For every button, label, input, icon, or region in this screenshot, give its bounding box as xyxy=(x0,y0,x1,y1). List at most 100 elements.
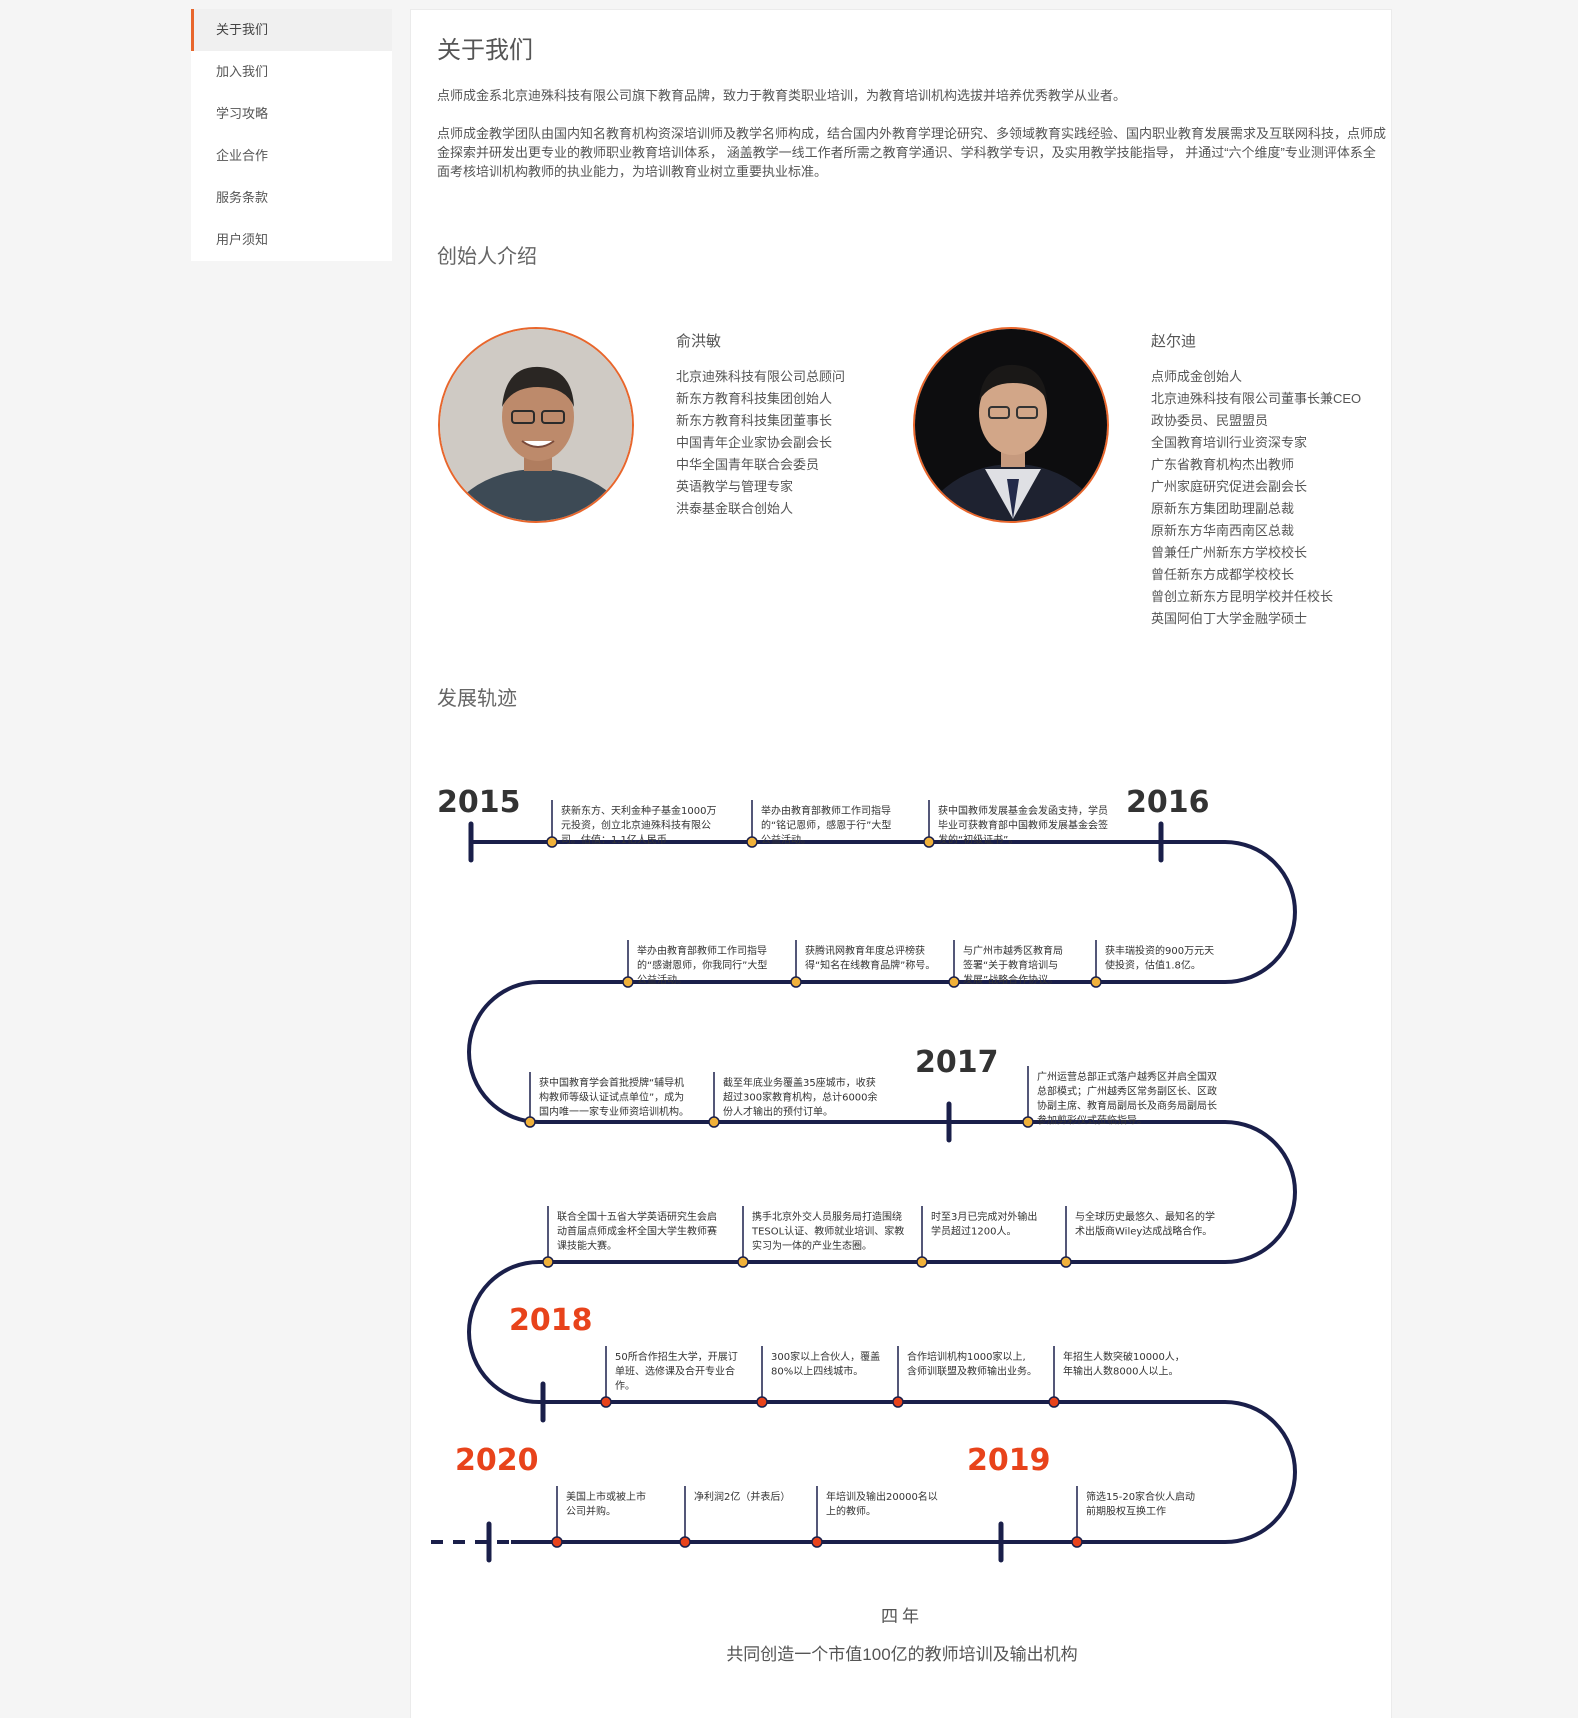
event-text: 80%以上四线城市。 xyxy=(771,1365,863,1378)
timeline-events: 获新东方、天利金种子基金1000万元投资，创立北京迪殊科技有限公司。估值：1.1… xyxy=(524,800,1217,1548)
sidebar-item-cooperation[interactable]: 企业合作 xyxy=(191,135,392,177)
founder-role: 政协委员、民盟盟员 xyxy=(1151,413,1269,428)
event-dot xyxy=(916,1256,928,1268)
event-text: 获中国教师发展基金会发函支持，学员 xyxy=(938,804,1108,817)
event-text: 构教师等级认证试点单位”，成为 xyxy=(539,1091,684,1104)
year-label: 2018 xyxy=(509,1303,593,1338)
founder-role: 英语教学与管理专家 xyxy=(676,479,794,494)
year-label: 2020 xyxy=(455,1443,539,1478)
event-text: 作。 xyxy=(615,1380,635,1392)
timeline-event: 携手北京外交人员服务局打造围绕 TESOL认证、教师就业培训、家教实习为一体的产业… xyxy=(737,1206,904,1268)
event-text: 元投资，创立北京迪殊科技有限公 xyxy=(561,819,711,832)
founder-name: 赵尔迪 xyxy=(1151,333,1197,350)
about-intro: 点师成金系北京迪殊科技有限公司旗下教育品牌，致力于教育类职业培训，为教育培训机构… xyxy=(437,88,1127,103)
event-text: 举办由教育部教师工作司指导 xyxy=(637,944,767,957)
event-dot xyxy=(600,1396,612,1408)
main-content: 关于我们 点师成金系北京迪殊科技有限公司旗下教育品牌，致力于教育类职业培训，为教… xyxy=(410,9,1392,1718)
sidebar-item-user-notice[interactable]: 用户须知 xyxy=(191,219,392,261)
founder-role: 原新东方集团助理副总裁 xyxy=(1151,501,1295,516)
event-text: TESOL认证、教师就业培训、家教 xyxy=(751,1225,904,1238)
timeline-event: 获新东方、天利金种子基金1000万元投资，创立北京迪殊科技有限公司。估值：1.1… xyxy=(546,800,716,848)
timeline-event: 300家以上合伙人，覆盖 80%以上四线城市。 xyxy=(756,1346,880,1408)
event-dot xyxy=(790,976,802,988)
event-text: 发的“初级证书”。 xyxy=(938,833,1018,846)
timeline-heading: 发展轨迹 xyxy=(437,688,517,710)
event-text: 筛选15-20家合伙人启动 xyxy=(1086,1490,1195,1503)
timeline-event: 50所合作招生大学，开展订单班、选修课及合开专业合作。 xyxy=(600,1346,738,1408)
event-text: 动首届点师成金杯全国大学生教师赛 xyxy=(557,1225,717,1238)
event-dot xyxy=(1048,1396,1060,1408)
founder-role: 洪泰基金联合创始人 xyxy=(676,501,794,516)
event-text: 美国上市或被上市 xyxy=(566,1490,646,1503)
event-text: 实习为一体的产业生态圈。 xyxy=(752,1239,872,1252)
event-text: 净利润2亿（并表后） xyxy=(694,1490,790,1503)
founder-role: 新东方教育科技集团董事长 xyxy=(676,413,833,428)
timeline-event: 举办由教育部教师工作司指导的“铭记恩师，感恩于行”大型公益活动。 xyxy=(746,800,891,848)
event-text: 得“知名在线教育品牌”称号。 xyxy=(805,959,935,972)
event-dot xyxy=(811,1536,823,1548)
event-dot xyxy=(892,1396,904,1408)
founder-role: 曾任新东方成都学校校长 xyxy=(1151,567,1295,582)
event-text: 前期股权互换工作 xyxy=(1086,1505,1166,1518)
event-text: 300家以上合伙人，覆盖 xyxy=(771,1350,880,1363)
event-dot xyxy=(1022,1116,1034,1128)
event-text: 的“感谢恩师，你我同行”大型 xyxy=(637,959,767,972)
event-text: 广州运营总部正式落户越秀区并启全国双 xyxy=(1037,1070,1217,1083)
summary-four-years: 四年 xyxy=(881,1607,923,1626)
event-text: 携手北京外交人员服务局打造围绕 xyxy=(752,1210,902,1223)
timeline-event: 获中国教育学会首批授牌“辅导机构教师等级认证试点单位”，成为国内唯一一家专业师资… xyxy=(524,1072,689,1128)
event-dot xyxy=(542,1256,554,1268)
founder-role: 全国教育培训行业资深专家 xyxy=(1151,435,1308,450)
timeline-event: 截至年底业务覆盖35座城市，收获超过300家教育机构，总计6000余份人才输出的… xyxy=(708,1072,878,1128)
event-text: 获新东方、天利金种子基金1000万 xyxy=(561,804,716,817)
sidebar-item-study-guide[interactable]: 学习攻略 xyxy=(191,93,392,135)
event-text: 50所合作招生大学，开展订 xyxy=(615,1350,738,1363)
event-text: 份人才输出的预付订单。 xyxy=(723,1105,833,1118)
timeline-event: 联合全国十五省大学英语研究生会启动首届点师成金杯全国大学生教师赛课技能大赛。 xyxy=(542,1206,717,1268)
founder-role: 曾兼任广州新东方学校校长 xyxy=(1151,545,1308,560)
founder-roles: 点师成金创始人 北京迪殊科技有限公司董事长兼CEO 政协委员、民盟盟员 全国教育… xyxy=(1151,366,1361,630)
event-text: 公司并购。 xyxy=(566,1505,616,1518)
founder-role: 原新东方华南西南区总裁 xyxy=(1151,523,1295,538)
event-dot xyxy=(746,836,758,848)
timeline-year-ticks xyxy=(468,821,1164,1563)
event-text: 年输出人数8000人以上。 xyxy=(1063,1365,1178,1378)
sidebar-item-about[interactable]: 关于我们 xyxy=(191,9,392,51)
event-text: 上的教师。 xyxy=(826,1505,876,1518)
year-label: 2015 xyxy=(437,785,521,820)
year-label: 2016 xyxy=(1126,785,1210,820)
year-label: 2017 xyxy=(915,1045,999,1080)
event-text: 总部模式；广州越秀区常务副区长、区政 xyxy=(1037,1085,1217,1098)
timeline-event: 获腾讯网教育年度总评榜获得“知名在线教育品牌”称号。 xyxy=(790,940,935,988)
founder-photo xyxy=(438,327,634,523)
event-text: 签署“关于教育培训与 xyxy=(963,959,1058,972)
event-text: 联合全国十五省大学英语研究生会启 xyxy=(557,1210,717,1223)
event-text: 单班、选修课及合开专业合 xyxy=(615,1365,735,1378)
sidebar-item-terms[interactable]: 服务条款 xyxy=(191,177,392,219)
timeline-event: 广州运营总部正式落户越秀区并启全国双总部模式；广州越秀区常务副区长、区政协副主席… xyxy=(1022,1066,1217,1128)
sidebar-item-join[interactable]: 加入我们 xyxy=(191,51,392,93)
event-text: 毕业可获教育部中国教师发展基金会签 xyxy=(938,819,1108,832)
event-dot xyxy=(551,1536,563,1548)
timeline-event: 获中国教师发展基金会发函支持，学员毕业可获教育部中国教师发展基金会签发的“初级证… xyxy=(923,800,1108,848)
event-text: 司。估值：1.1亿人民币 xyxy=(561,833,667,846)
founder-photo xyxy=(913,327,1109,523)
timeline-event: 举办由教育部教师工作司指导的“感谢恩师，你我同行”大型公益活动。 xyxy=(622,940,767,988)
event-text: 与广州市越秀区教育局 xyxy=(963,944,1063,957)
event-dot xyxy=(546,836,558,848)
timeline-event: 与全球历史最悠久、最知名的学术出版商Wiley达成战略合作。 xyxy=(1060,1206,1215,1268)
event-text: 合作培训机构1000家以上, xyxy=(907,1350,1026,1363)
founders-heading: 创始人介绍 xyxy=(437,246,537,268)
event-dot xyxy=(679,1536,691,1548)
event-text: 含师训联盟及教师输出业务。 xyxy=(907,1365,1037,1378)
timeline-event: 净利润2亿（并表后） xyxy=(679,1486,790,1548)
event-text: 举办由教育部教师工作司指导 xyxy=(761,804,891,817)
founder-roles: 北京迪殊科技有限公司总顾问 新东方教育科技集团创始人 新东方教育科技集团董事长 … xyxy=(676,366,845,520)
event-text: 截至年底业务覆盖35座城市，收获 xyxy=(723,1076,876,1089)
about-team: 点师成金教学团队由国内知名教育机构资深培训师及教学名师构成，结合国内外教育学理论… xyxy=(437,126,1387,179)
event-text: 获中国教育学会首批授牌“辅导机 xyxy=(539,1076,684,1089)
timeline-event: 时至3月已完成对外输出学员超过1200人。 xyxy=(916,1206,1037,1268)
development-timeline: 2015 2016 2017 2018 2019 2020 获新东方、天利金种子基金100… xyxy=(431,785,1297,1563)
event-text: 获丰瑞投资的900万元天 xyxy=(1105,944,1214,957)
timeline-event: 获丰瑞投资的900万元天使投资，估值1.8亿。 xyxy=(1090,940,1214,988)
